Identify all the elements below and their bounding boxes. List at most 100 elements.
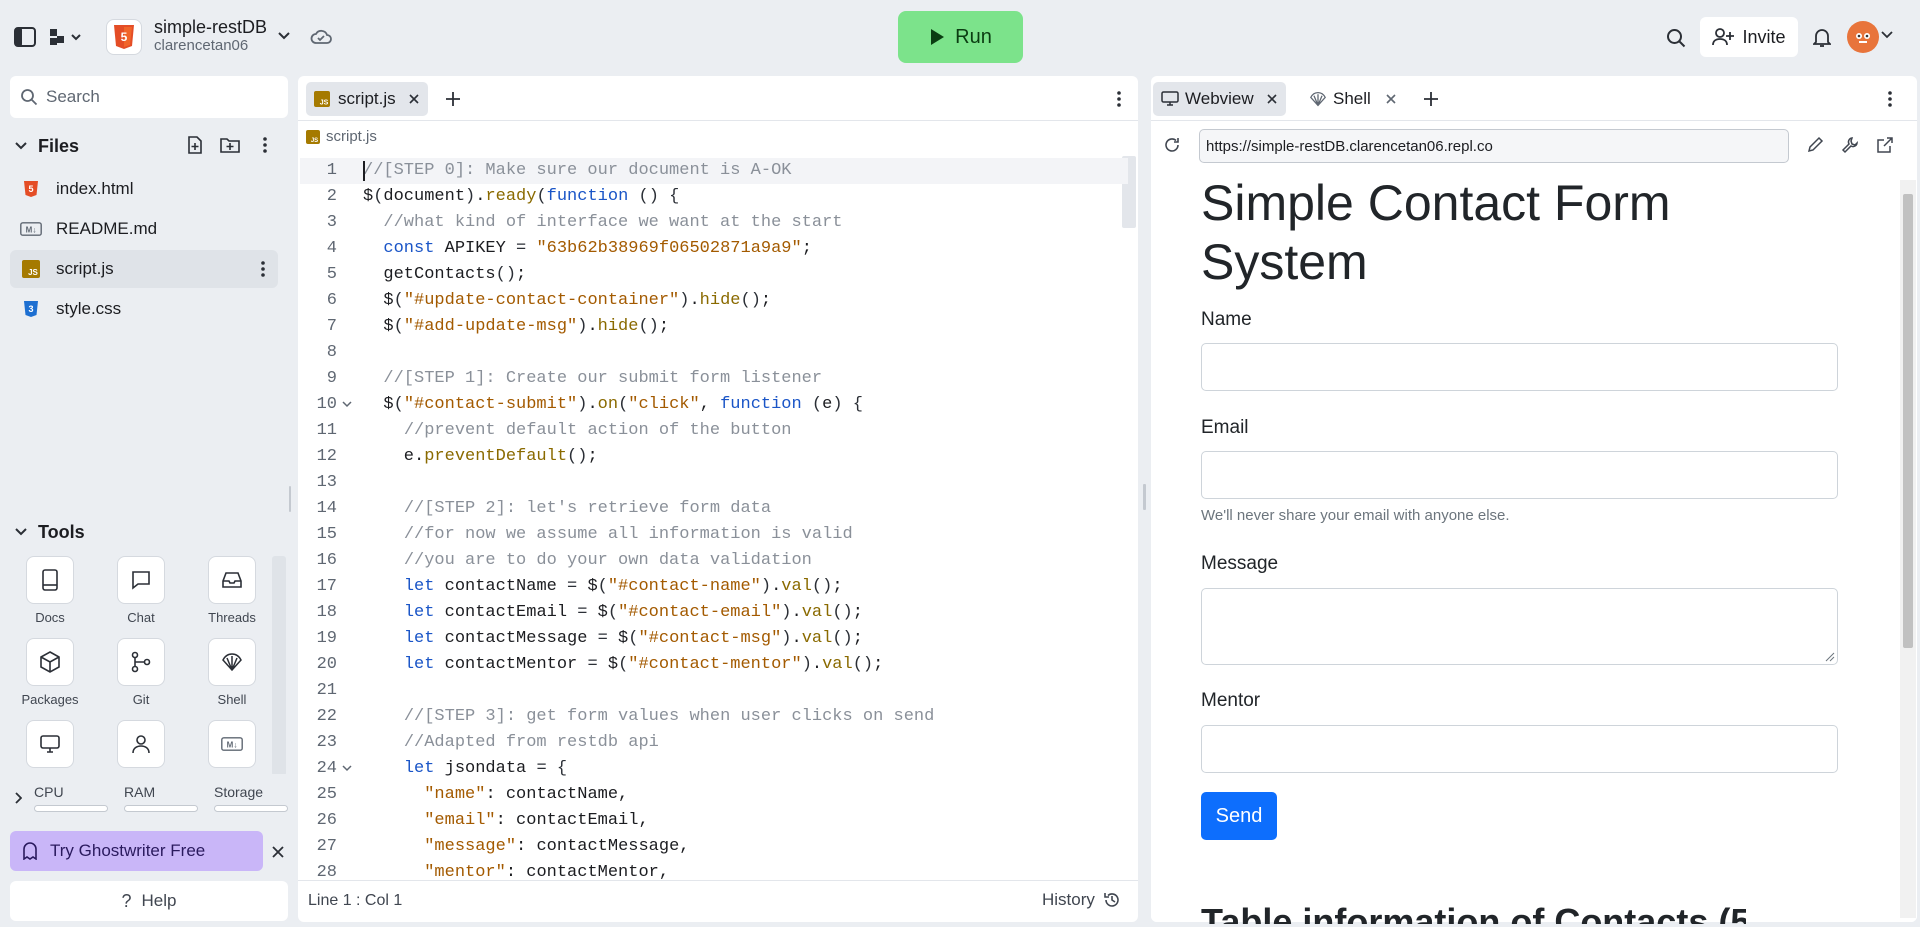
code-line[interactable]: 17 let contactName = $("#contact-name").…	[300, 574, 1128, 600]
file-item-script-js[interactable]: JS script.js	[10, 250, 278, 288]
code-line[interactable]: 1//[STEP 0]: Make sure our document is A…	[300, 158, 1128, 184]
tool-markdown[interactable]: M↓	[187, 720, 277, 774]
code-editor[interactable]: 1//[STEP 0]: Make sure our document is A…	[300, 158, 1128, 880]
code-line[interactable]: 12 e.preventDefault();	[300, 444, 1128, 470]
code-line[interactable]: 16 //you are to do your own data validat…	[300, 548, 1128, 574]
replit-menu-icon[interactable]	[46, 24, 86, 50]
ram-meter	[124, 805, 198, 812]
avatar-chevron-icon[interactable]	[1880, 28, 1894, 42]
code-line[interactable]: 26 "email": contactEmail,	[300, 808, 1128, 834]
code-line[interactable]: 8	[300, 340, 1128, 366]
more-options-icon[interactable]	[254, 134, 276, 156]
code-line[interactable]: 28 "mentor": contactMentor,	[300, 860, 1128, 880]
tab-webview[interactable]: Webview	[1153, 82, 1286, 116]
send-button[interactable]: Send	[1201, 792, 1277, 840]
cpu-label: CPU	[34, 784, 64, 800]
close-icon[interactable]	[268, 842, 288, 862]
code-line[interactable]: 3 //what kind of interface we want at th…	[300, 210, 1128, 236]
name-field[interactable]	[1201, 343, 1838, 391]
chevron-right-icon[interactable]	[10, 790, 26, 806]
code-line[interactable]: 21	[300, 678, 1128, 704]
close-icon	[1386, 94, 1396, 104]
js-icon: JS	[306, 129, 320, 144]
open-external-icon[interactable]	[1874, 134, 1896, 156]
file-item-index-html[interactable]: 5 index.html	[10, 170, 278, 208]
new-file-icon[interactable]	[184, 134, 206, 156]
fold-chevron-icon[interactable]	[342, 401, 352, 409]
add-user-icon	[1712, 28, 1735, 46]
tool-chat[interactable]: Chat	[96, 556, 186, 625]
code-line[interactable]: 13	[300, 470, 1128, 496]
resources-bar[interactable]: CPU RAM Storage	[0, 774, 290, 822]
code-line[interactable]: 5 getContacts();	[300, 262, 1128, 288]
code-line[interactable]: 7 $("#add-update-msg").hide();	[300, 314, 1128, 340]
cursor-position[interactable]: Line 1 : Col 1	[308, 892, 402, 910]
fold-chevron-icon[interactable]	[342, 765, 352, 773]
code-line[interactable]: 22 //[STEP 3]: get form values when user…	[300, 704, 1128, 730]
cloud-check-icon[interactable]	[308, 24, 334, 50]
code-line[interactable]: 20 let contactMentor = $("#contact-mento…	[300, 652, 1128, 678]
code-line[interactable]: 2 $(document).ready(function () {	[300, 184, 1128, 210]
resize-handle[interactable]	[289, 486, 291, 512]
panel-resize-handle[interactable]	[1143, 484, 1146, 510]
tools-header[interactable]: Tools	[10, 517, 288, 547]
scroll-thumb[interactable]	[1903, 194, 1913, 648]
help-button[interactable]: ? Help	[10, 881, 288, 921]
tools-scrollbar[interactable]	[272, 556, 286, 776]
svg-text:M↓: M↓	[26, 226, 37, 235]
history-button[interactable]: History	[1042, 890, 1121, 910]
add-tab-icon[interactable]	[1420, 88, 1442, 110]
add-tab-icon[interactable]	[442, 88, 464, 110]
code-line[interactable]: 9 //[STEP 1]: Create our submit form lis…	[300, 366, 1128, 392]
invite-button[interactable]: Invite	[1700, 17, 1798, 57]
code-line[interactable]: 14 //[STEP 2]: let's retrieve form data	[300, 496, 1128, 522]
code-line[interactable]: 25 "name": contactName,	[300, 782, 1128, 808]
tool-packages[interactable]: Packages	[5, 638, 95, 707]
code-line[interactable]: 19 let contactMessage = $("#contact-msg"…	[300, 626, 1128, 652]
code-line[interactable]: 4 const APIKEY = "63b62b38969f06502871a9…	[300, 236, 1128, 262]
file-item-style-css[interactable]: 3 style.css	[10, 290, 278, 328]
code-line[interactable]: 18 let contactEmail = $("#contact-email"…	[300, 600, 1128, 626]
breadcrumb[interactable]: JS script.js	[306, 128, 377, 145]
tool-user[interactable]	[96, 720, 186, 774]
code-line[interactable]: 24 let jsondata = {	[300, 756, 1128, 782]
more-options-icon[interactable]	[254, 260, 272, 278]
pencil-icon[interactable]	[1804, 134, 1826, 156]
tab-script-js[interactable]: JS script.js	[306, 82, 428, 116]
code-line[interactable]: 23 //Adapted from restdb api	[300, 730, 1128, 756]
tool-git[interactable]: Git	[96, 638, 186, 707]
file-item-readme-md[interactable]: M↓ README.md	[10, 210, 278, 248]
ghostwriter-button[interactable]: Try Ghostwriter Free	[10, 831, 263, 871]
files-header[interactable]: Files	[10, 130, 288, 162]
sidebar-toggle-icon[interactable]	[12, 24, 38, 50]
code-line[interactable]: 15 //for now we assume all information i…	[300, 522, 1128, 548]
wrench-icon[interactable]	[1839, 134, 1861, 156]
project-name[interactable]: simple-restDB	[154, 17, 267, 38]
tool-docs[interactable]: Docs	[5, 556, 95, 625]
bell-icon[interactable]	[1808, 24, 1836, 52]
more-options-icon[interactable]	[1110, 88, 1128, 110]
refresh-icon[interactable]	[1161, 134, 1183, 156]
tab-shell[interactable]: Shell	[1301, 82, 1405, 116]
code-line[interactable]: 6 $("#update-contact-container").hide();	[300, 288, 1128, 314]
code-line[interactable]: 10 $("#contact-submit").on("click", func…	[300, 392, 1128, 418]
more-options-icon[interactable]	[1881, 88, 1899, 110]
tool-shell[interactable]: Shell	[187, 638, 277, 707]
chevron-down-icon[interactable]	[274, 26, 294, 46]
close-icon	[409, 94, 419, 104]
mentor-field[interactable]	[1201, 725, 1838, 773]
tool-threads[interactable]: Threads	[187, 556, 277, 625]
search-icon[interactable]	[1662, 24, 1690, 52]
url-field[interactable]: https://simple-restDB.clarencetan06.repl…	[1199, 129, 1789, 163]
webview-scrollbar[interactable]	[1900, 180, 1916, 918]
email-field[interactable]	[1201, 451, 1838, 499]
avatar[interactable]	[1847, 21, 1879, 53]
code-line[interactable]: 27 "message": contactMessage,	[300, 834, 1128, 860]
tool-monitor[interactable]	[5, 720, 95, 774]
ram-label: RAM	[124, 784, 156, 800]
search-input[interactable]: Search	[10, 76, 288, 118]
run-button[interactable]: Run	[898, 11, 1023, 63]
message-field[interactable]	[1201, 588, 1838, 665]
code-line[interactable]: 11 //prevent default action of the butto…	[300, 418, 1128, 444]
new-folder-icon[interactable]	[219, 134, 241, 156]
